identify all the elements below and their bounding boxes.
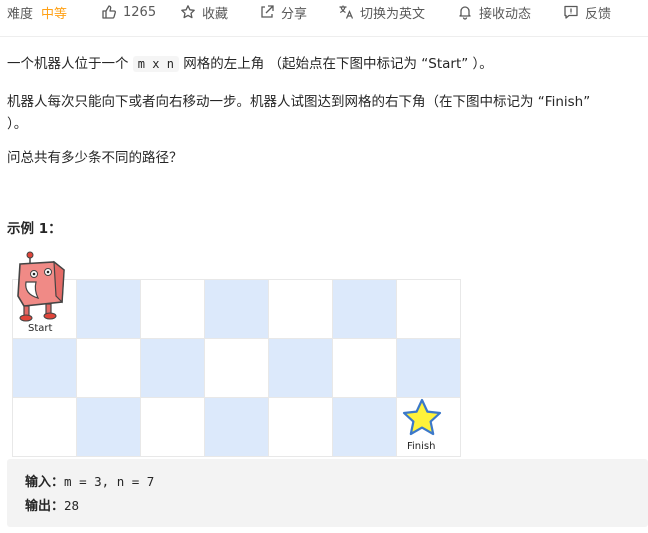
difficulty: 难度 中等 xyxy=(0,3,67,22)
description-paragraph-1: 一个机器人位于一个 m x n 网格的左上角 （起始点在下图中标记为 “Star… xyxy=(7,53,493,75)
feedback-label: 反馈 xyxy=(585,6,612,22)
notify-button[interactable]: 接收动态 xyxy=(457,3,531,22)
switch-language-button[interactable]: 切换为英文 xyxy=(338,3,425,22)
grid-cell xyxy=(13,339,76,397)
grid-cell xyxy=(77,280,140,338)
share-icon xyxy=(259,4,275,20)
grid-illustration xyxy=(12,279,461,457)
description-text: 网格的左上角 （起始点在下图中标记为 “Start” ）。 xyxy=(178,56,493,72)
description-paragraph-2: 机器人每次只能向下或者向右移动一步。机器人试图达到网格的右下角（在下图中标记为 … xyxy=(7,91,643,135)
example-input-line: 输入：m = 3, n = 7 xyxy=(25,471,154,490)
finish-label: Finish xyxy=(407,441,436,452)
grid xyxy=(12,279,461,457)
switch-language-label: 切换为英文 xyxy=(360,6,426,22)
star-icon xyxy=(402,398,442,436)
problem-toolbar: 难度 中等 1265 收藏 分享 切换为英文 接收动态 反馈 xyxy=(0,0,648,24)
grid-cell xyxy=(141,339,204,397)
start-label: Start xyxy=(28,323,53,334)
share-label: 分享 xyxy=(281,6,308,22)
description-paragraph-3: 问总共有多少条不同的路径？ xyxy=(7,150,183,166)
input-label: 输入： xyxy=(25,475,65,490)
grid-cell xyxy=(205,339,268,397)
grid-cell xyxy=(333,339,396,397)
description-text: 机器人每次只能向下或者向右移动一步。机器人试图达到网格的右下角（在下图中标记为 … xyxy=(7,94,591,110)
feedback-button[interactable]: 反馈 xyxy=(563,3,611,22)
star-icon xyxy=(180,4,196,20)
output-value: 28 xyxy=(64,498,80,513)
grid-cell xyxy=(333,280,396,338)
notify-label: 接收动态 xyxy=(479,6,532,22)
grid-cell xyxy=(77,339,140,397)
grid-cell xyxy=(269,339,332,397)
grid-cell xyxy=(141,280,204,338)
toolbar-divider xyxy=(0,36,648,37)
grid-cell xyxy=(269,280,332,338)
grid-cell xyxy=(77,398,140,456)
difficulty-label: 难度 xyxy=(7,6,34,22)
grid-cell xyxy=(205,398,268,456)
grid-cell xyxy=(13,398,76,456)
example-output-line: 输出：28 xyxy=(25,495,79,514)
input-value: m = 3, n = 7 xyxy=(64,474,155,489)
grid-cell xyxy=(141,398,204,456)
difficulty-value: 中等 xyxy=(41,6,68,22)
like-count: 1265 xyxy=(123,4,157,20)
favorite-button[interactable]: 收藏 xyxy=(180,3,228,22)
like-button[interactable]: 1265 xyxy=(101,4,156,20)
grid-cell xyxy=(397,339,460,397)
favorite-label: 收藏 xyxy=(202,6,229,22)
output-label: 输出： xyxy=(25,499,65,514)
thumbs-up-icon xyxy=(101,4,117,20)
robot-icon xyxy=(17,251,65,322)
bell-icon xyxy=(457,4,473,20)
grid-cell xyxy=(397,280,460,338)
example-io-box: 输入：m = 3, n = 7 输出：28 xyxy=(7,459,648,527)
grid-cell xyxy=(205,280,268,338)
grid-cell xyxy=(269,398,332,456)
share-button[interactable]: 分享 xyxy=(259,3,307,22)
translate-icon xyxy=(338,4,354,20)
description-text: ）。 xyxy=(7,116,28,132)
grid-cell xyxy=(333,398,396,456)
grid-size-code: m x n xyxy=(132,56,179,72)
example-title: 示例 1： xyxy=(7,221,62,237)
feedback-icon xyxy=(563,4,579,20)
description-text: 一个机器人位于一个 xyxy=(7,56,133,72)
